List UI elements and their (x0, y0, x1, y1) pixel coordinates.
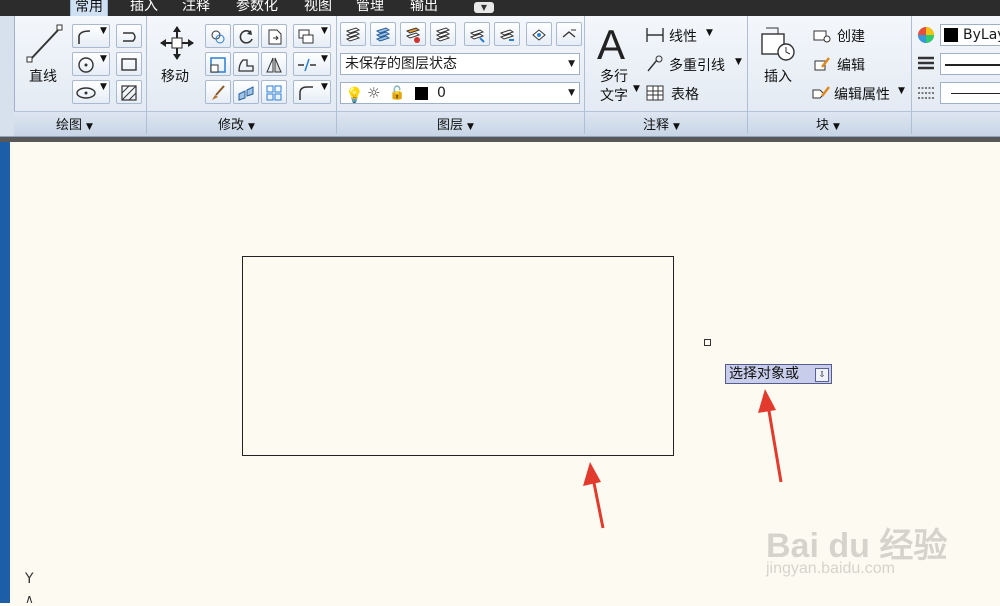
watermark-url-text: jingyan.baidu.com (766, 560, 895, 577)
ucs-y-axis-label: Y (25, 571, 34, 587)
annotation-arrows (583, 389, 783, 529)
ucs-arrow-icon: ∧ (25, 592, 34, 606)
red-arrow-to-tooltip (758, 389, 783, 483)
red-arrow-to-rectangle (583, 462, 605, 529)
